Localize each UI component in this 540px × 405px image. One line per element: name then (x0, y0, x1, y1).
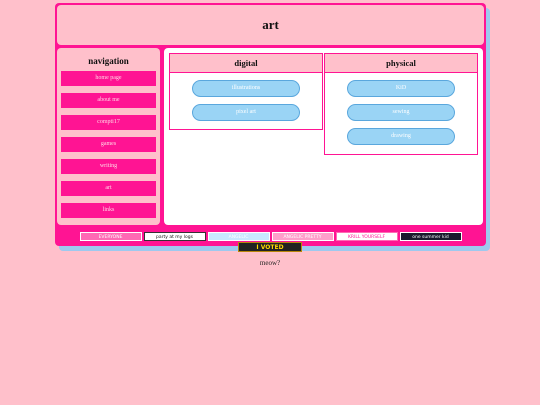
sidebar: navigation home page about me compti17 g… (57, 48, 160, 225)
nav-games[interactable]: games (61, 137, 156, 152)
illustrations-button[interactable]: illustrations (192, 80, 300, 97)
badge-angelic-pretty[interactable]: ANGELIC PRETTY (271, 232, 334, 241)
sidebar-heading: navigation (88, 56, 129, 66)
badge-summer-kid[interactable]: one summer kid (399, 232, 462, 241)
pixel-art-button[interactable]: pixel art (192, 104, 300, 121)
main-content: digital illustrations pixel art physical… (164, 48, 483, 225)
footer-message: meow? (259, 259, 281, 267)
nav-home-page[interactable]: home page (61, 71, 156, 86)
physical-panel: physical KiD sewing drawing (324, 53, 478, 155)
voted-badge[interactable]: I VOTED (238, 242, 302, 252)
badge-krill-yourself[interactable]: KRILL YOURSELF (335, 232, 398, 241)
page-frame: art navigation home page about me compti… (55, 3, 486, 246)
nav-art[interactable]: art (61, 181, 156, 196)
physical-panel-title: physical (325, 54, 477, 73)
badge-everyone[interactable]: EVERYONE (79, 232, 142, 241)
nav-links[interactable]: links (61, 203, 156, 218)
page-header: art (57, 5, 484, 45)
nav-list: home page about me compti17 games writin… (57, 71, 160, 218)
badge-angelic[interactable]: ANGELIC (207, 232, 270, 241)
nav-compti17[interactable]: compti17 (61, 115, 156, 130)
sewing-button[interactable]: sewing (347, 104, 455, 121)
nav-about-me[interactable]: about me (61, 93, 156, 108)
digital-panel: digital illustrations pixel art (169, 53, 323, 130)
drawing-button[interactable]: drawing (347, 128, 455, 145)
page-title: art (262, 17, 279, 32)
badge-party[interactable]: party at my logs (143, 232, 206, 241)
nav-writing[interactable]: writing (61, 159, 156, 174)
kid-button[interactable]: KiD (347, 80, 455, 97)
digital-panel-title: digital (170, 54, 322, 73)
